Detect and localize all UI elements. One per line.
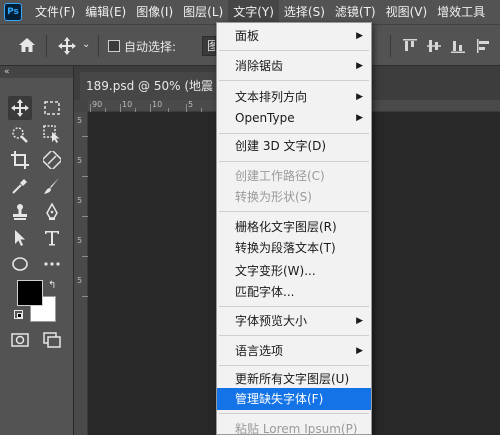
menu-item-text-orientation[interactable]: 文本排列方向 ▶ bbox=[217, 86, 371, 108]
menu-plugins[interactable]: 增效工具 bbox=[432, 0, 490, 24]
frame-tool-icon[interactable] bbox=[40, 148, 64, 172]
align-left-icon[interactable] bbox=[476, 38, 492, 57]
object-selection-icon[interactable] bbox=[40, 122, 64, 146]
clone-stamp-icon[interactable] bbox=[8, 200, 32, 224]
menu-item-create-work-path: 创建工作路径(C) bbox=[235, 169, 325, 183]
menu-item-create-3d-text[interactable]: 创建 3D 文字(D) bbox=[217, 135, 371, 157]
menu-separator bbox=[219, 306, 369, 307]
pen-tool-icon[interactable] bbox=[40, 200, 64, 224]
menu-item-panels[interactable]: 面板 ▶ bbox=[217, 25, 371, 47]
more-tools-icon[interactable] bbox=[40, 252, 64, 276]
menu-layer[interactable]: 图层(L) bbox=[178, 0, 228, 24]
swap-colors-icon[interactable]: ↰ bbox=[48, 280, 56, 291]
menu-separator bbox=[219, 80, 369, 81]
photoshop-logo-icon: Ps bbox=[4, 3, 22, 21]
menu-item-match-font[interactable]: 匹配字体... bbox=[217, 281, 371, 303]
menu-separator bbox=[219, 133, 369, 134]
separator bbox=[98, 35, 99, 57]
menu-item-rasterize-type-layer[interactable]: 栅格化文字图层(R) bbox=[217, 216, 371, 238]
menu-item-manage-missing-fonts[interactable]: 管理缺失字体(F) bbox=[217, 388, 371, 410]
menu-image[interactable]: 图像(I) bbox=[131, 0, 178, 24]
crop-tool-icon[interactable] bbox=[8, 148, 32, 172]
type-menu-dropdown: 面板 ▶ 消除锯齿 ▶ 文本排列方向 ▶ OpenType ▶ 创建 3D 文字(D) … bbox=[216, 22, 372, 435]
separator bbox=[46, 35, 47, 57]
default-colors-mini-icon[interactable] bbox=[14, 310, 23, 319]
submenu-arrow-icon: ▶ bbox=[356, 316, 363, 326]
ruler-label: 5 bbox=[77, 196, 83, 205]
submenu-arrow-icon: ▶ bbox=[356, 346, 363, 356]
tools-collapse-button[interactable]: « bbox=[0, 66, 73, 78]
menu-bar: Ps 文件(F) 编辑(E) 图像(I) 图层(L) 文字(Y) 选择(S) 滤… bbox=[0, 0, 500, 24]
ruler-label: 10 bbox=[152, 100, 163, 109]
menu-item-paste-lorem-ipsum: 粘贴 Lorem Ipsum(P) bbox=[235, 422, 358, 435]
ruler-corner bbox=[74, 100, 88, 112]
ruler-label: 5 bbox=[77, 236, 83, 245]
move-tool-icon[interactable] bbox=[8, 96, 32, 120]
ruler-vertical: 5 5 5 5 5 bbox=[74, 112, 88, 435]
submenu-arrow-icon: ▶ bbox=[356, 92, 363, 102]
menu-type[interactable]: 文字(Y) bbox=[228, 0, 279, 24]
quick-mask-icon[interactable] bbox=[8, 328, 32, 352]
align-top-icon[interactable] bbox=[402, 38, 418, 57]
move-icon[interactable] bbox=[58, 37, 76, 58]
foreground-color-swatch[interactable] bbox=[17, 280, 43, 306]
menu-item-convert-to-paragraph-text[interactable]: 转换为段落文本(T) bbox=[217, 237, 371, 259]
align-vertical-center-icon[interactable] bbox=[426, 38, 442, 57]
tools-panel: « ↰ bbox=[0, 66, 74, 435]
align-bottom-icon[interactable] bbox=[450, 38, 466, 57]
auto-select-label: 自动选择: bbox=[124, 40, 177, 54]
type-tool-icon[interactable] bbox=[40, 226, 64, 250]
ellipse-tool-icon[interactable] bbox=[8, 252, 32, 276]
menu-item-language-options[interactable]: 语言选项 ▶ bbox=[217, 340, 371, 362]
brush-tool-icon[interactable] bbox=[40, 174, 64, 198]
menu-item-opentype[interactable]: OpenType ▶ bbox=[217, 107, 371, 129]
submenu-arrow-icon: ▶ bbox=[356, 31, 363, 41]
menu-edit[interactable]: 编辑(E) bbox=[80, 0, 131, 24]
menu-filter[interactable]: 滤镜(T) bbox=[330, 0, 381, 24]
menu-view[interactable]: 视图(V) bbox=[381, 0, 433, 24]
ruler-label: 5 bbox=[77, 156, 83, 165]
rectangular-marquee-icon[interactable] bbox=[40, 96, 64, 120]
menu-select[interactable]: 选择(S) bbox=[279, 0, 330, 24]
home-icon[interactable] bbox=[18, 37, 36, 56]
menu-item-convert-to-shape: 转换为形状(S) bbox=[235, 190, 312, 204]
menu-file[interactable]: 文件(F) bbox=[30, 0, 80, 24]
auto-select-checkbox[interactable] bbox=[108, 40, 120, 52]
quick-selection-icon[interactable] bbox=[8, 122, 32, 146]
submenu-arrow-icon: ▶ bbox=[356, 61, 363, 71]
separator bbox=[390, 35, 391, 57]
chevron-down-icon[interactable]: ⌄ bbox=[82, 39, 90, 50]
ruler-label: 5 bbox=[77, 276, 83, 285]
menu-separator bbox=[219, 413, 369, 414]
ruler-label: 5 bbox=[188, 100, 194, 109]
submenu-arrow-icon: ▶ bbox=[356, 113, 363, 123]
menu-item-warp-text[interactable]: 文字变形(W)... bbox=[217, 260, 371, 282]
screen-mode-icon[interactable] bbox=[40, 328, 64, 352]
menu-item-update-all-text-layers[interactable]: 更新所有文字图层(U) bbox=[217, 368, 371, 390]
ruler-label: 5 bbox=[77, 116, 83, 125]
menu-separator bbox=[219, 161, 369, 162]
ruler-label: 90 bbox=[92, 100, 103, 109]
menu-item-anti-aliasing[interactable]: 消除锯齿 ▶ bbox=[217, 55, 371, 77]
menu-item-font-preview-size[interactable]: 字体预览大小 ▶ bbox=[217, 310, 371, 332]
ruler-label: 10 bbox=[122, 100, 133, 109]
menu-separator bbox=[219, 211, 369, 212]
eyedropper-icon[interactable] bbox=[8, 174, 32, 198]
auto-select-dropdown[interactable]: 图 bbox=[202, 36, 216, 56]
path-selection-icon[interactable] bbox=[8, 226, 32, 250]
menu-separator bbox=[219, 50, 369, 51]
menu-separator bbox=[219, 365, 369, 366]
menu-separator bbox=[219, 335, 369, 336]
